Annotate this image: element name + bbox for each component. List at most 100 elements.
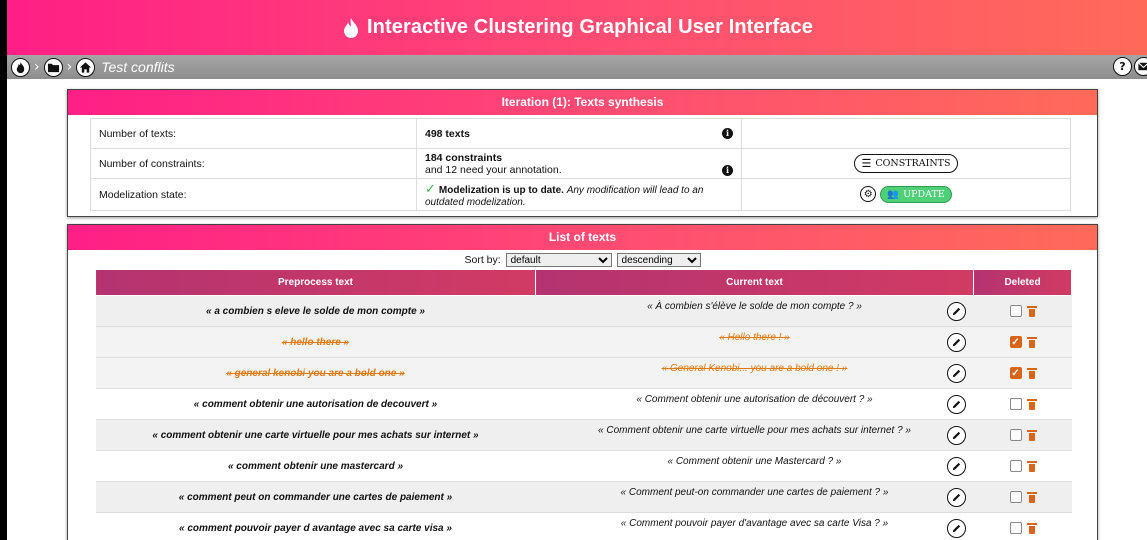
edit-pencil-icon[interactable] xyxy=(946,519,966,538)
deleted-checkbox[interactable]: ✓ xyxy=(1009,336,1022,348)
preprocess-text: « comment peut on commander une cartes d… xyxy=(178,491,453,503)
preprocess-text: « general kenobi you are a bold one » xyxy=(226,367,405,379)
current-text: « Comment peut-on commander une cartes d… xyxy=(620,486,889,498)
trash-icon[interactable] xyxy=(1026,460,1037,472)
deleted-cell xyxy=(973,295,1072,327)
current-text-cell: « À combien s'élève le solde de mon comp… xyxy=(535,295,974,327)
trash-icon[interactable] xyxy=(1026,429,1037,441)
breadcrumb: › › Test conflits ? xyxy=(7,55,1147,79)
nav-right-icons: ? xyxy=(1113,57,1147,76)
current-text: « General Kenobi... you are a bold one !… xyxy=(661,362,848,374)
column-header-current[interactable]: Current text xyxy=(535,269,974,296)
deleted-checkbox[interactable]: ✓ xyxy=(1009,367,1022,379)
sort-order-select[interactable]: descending xyxy=(616,253,701,267)
breadcrumb-current-project: Test conflits xyxy=(101,59,175,75)
envelope-icon[interactable] xyxy=(1134,57,1147,76)
preprocess-text-cell: « comment obtenir une carte virtuelle po… xyxy=(95,419,536,451)
folder-icon[interactable] xyxy=(43,57,63,77)
sort-label: Sort by: xyxy=(464,254,501,266)
current-text: « Comment obtenir une carte virtuelle po… xyxy=(598,424,911,436)
info-icon[interactable]: i xyxy=(722,165,733,176)
preprocess-text-cell: « hello there » xyxy=(95,326,536,358)
sort-by-select[interactable]: default xyxy=(505,253,612,267)
edit-pencil-icon[interactable] xyxy=(946,395,966,414)
edit-pencil-icon[interactable] xyxy=(946,364,966,383)
sort-bar: Sort by: default descending xyxy=(68,250,1097,269)
empty-cell xyxy=(741,118,1071,149)
deleted-checkbox[interactable] xyxy=(1009,305,1022,317)
app-header: Interactive Clustering Graphical User In… xyxy=(7,0,1147,55)
deleted-cell xyxy=(973,450,1072,482)
modelization-state-cell: ✓ Modelization is up to date. Any modific… xyxy=(416,178,742,211)
info-icon[interactable]: i xyxy=(722,128,733,139)
current-text-cell: « Comment obtenir une autorisation de dé… xyxy=(535,388,974,420)
constraints-button-cell: ☰ CONSTRAINTS xyxy=(741,148,1071,179)
preprocess-text-cell: « comment peut on commander une cartes d… xyxy=(95,481,536,513)
current-text: « Comment obtenir une autorisation de dé… xyxy=(636,393,873,405)
trash-icon[interactable] xyxy=(1026,398,1037,410)
edit-pencil-icon[interactable] xyxy=(946,302,966,321)
table-row: « comment obtenir une mastercard » « Comm… xyxy=(95,450,1072,482)
current-text: « Hello there ! » xyxy=(719,331,790,343)
current-text-cell: « Comment peut-on commander une cartes d… xyxy=(535,481,974,513)
preprocess-text: « comment pouvoir payer d avantage avec … xyxy=(179,522,452,534)
trash-icon[interactable] xyxy=(1026,491,1037,503)
trash-icon[interactable] xyxy=(1026,336,1037,348)
deleted-checkbox[interactable] xyxy=(1009,522,1022,534)
deleted-cell xyxy=(973,512,1072,540)
modelization-status: Modelization is up to date. xyxy=(438,185,564,196)
trash-icon[interactable] xyxy=(1026,305,1037,317)
edit-pencil-icon[interactable] xyxy=(946,333,966,352)
synthesis-card: Iteration (1): Texts synthesis Number of… xyxy=(67,89,1098,217)
synthesis-row-texts: Number of texts: 498 texts i xyxy=(90,118,1071,149)
deleted-cell: ✓ xyxy=(973,357,1072,389)
check-icon: ✓ xyxy=(425,181,436,196)
deleted-checkbox[interactable] xyxy=(1009,429,1022,441)
deleted-checkbox[interactable] xyxy=(1009,491,1022,503)
synthesis-row-constraints: Number of constraints: 184 constraints a… xyxy=(90,148,1071,179)
current-text: « Comment obtenir une Mastercard ? » xyxy=(667,455,842,467)
home-icon[interactable] xyxy=(76,57,96,77)
preprocess-text-cell: « comment obtenir une mastercard » xyxy=(95,450,536,482)
chevron-right-icon: › xyxy=(34,59,40,75)
column-header-preprocess[interactable]: Preprocess text xyxy=(95,269,536,296)
people-icon: 👥 xyxy=(887,189,900,200)
preprocess-text: « hello there » xyxy=(281,336,350,348)
constraints-annotation-note: and 12 need your annotation. xyxy=(425,163,562,176)
preprocess-text-cell: « a combien s eleve le solde de mon comp… xyxy=(95,295,536,327)
constraints-count-value: 184 constraints xyxy=(425,151,503,164)
constraints-button[interactable]: ☰ CONSTRAINTS xyxy=(854,154,958,173)
fire-icon[interactable] xyxy=(11,57,30,77)
constraints-count-cell: 184 constraints and 12 need your annotat… xyxy=(416,148,742,179)
question-icon[interactable]: ? xyxy=(1113,57,1132,76)
column-header-deleted[interactable]: Deleted xyxy=(973,269,1072,296)
texts-table: Preprocess text Current text Deleted « a… xyxy=(95,269,1072,540)
current-text-cell: « Comment obtenir une carte virtuelle po… xyxy=(535,419,974,451)
synthesis-row-modelization: Modelization state: ✓ Modelization is up … xyxy=(90,178,1071,211)
constraints-count-label: Number of constraints: xyxy=(90,148,417,179)
table-row: « comment obtenir une carte virtuelle po… xyxy=(95,419,1072,451)
trash-icon[interactable] xyxy=(1026,367,1037,379)
edit-pencil-icon[interactable] xyxy=(946,488,966,507)
preprocess-text: « comment obtenir une carte virtuelle po… xyxy=(152,429,479,441)
preprocess-text: « comment obtenir une autorisation de de… xyxy=(193,398,438,410)
chevron-right-icon: › xyxy=(66,59,73,75)
preprocess-text: « a combien s eleve le solde de mon comp… xyxy=(206,305,425,317)
table-row: « comment obtenir une autorisation de de… xyxy=(95,388,1072,420)
deleted-checkbox[interactable] xyxy=(1009,460,1022,472)
modelization-state-label: Modelization state: xyxy=(90,178,417,211)
preprocess-text-cell: « comment obtenir une autorisation de de… xyxy=(95,388,536,420)
gear-icon[interactable]: ⚙ xyxy=(860,186,877,203)
fire-icon xyxy=(344,17,358,38)
texts-table-header: Preprocess text Current text Deleted xyxy=(95,269,1072,296)
deleted-cell xyxy=(973,419,1072,451)
edit-pencil-icon[interactable] xyxy=(946,426,966,445)
deleted-checkbox[interactable] xyxy=(1009,398,1022,410)
trash-icon[interactable] xyxy=(1026,522,1037,534)
texts-list-title: List of texts xyxy=(68,225,1097,250)
app-title: Interactive Clustering Graphical User In… xyxy=(367,16,813,38)
preprocess-text: « comment obtenir une mastercard » xyxy=(227,460,404,472)
update-button[interactable]: 👥 UPDATE xyxy=(880,186,952,203)
edit-pencil-icon[interactable] xyxy=(946,457,966,476)
synthesis-title: Iteration (1): Texts synthesis xyxy=(68,90,1097,115)
